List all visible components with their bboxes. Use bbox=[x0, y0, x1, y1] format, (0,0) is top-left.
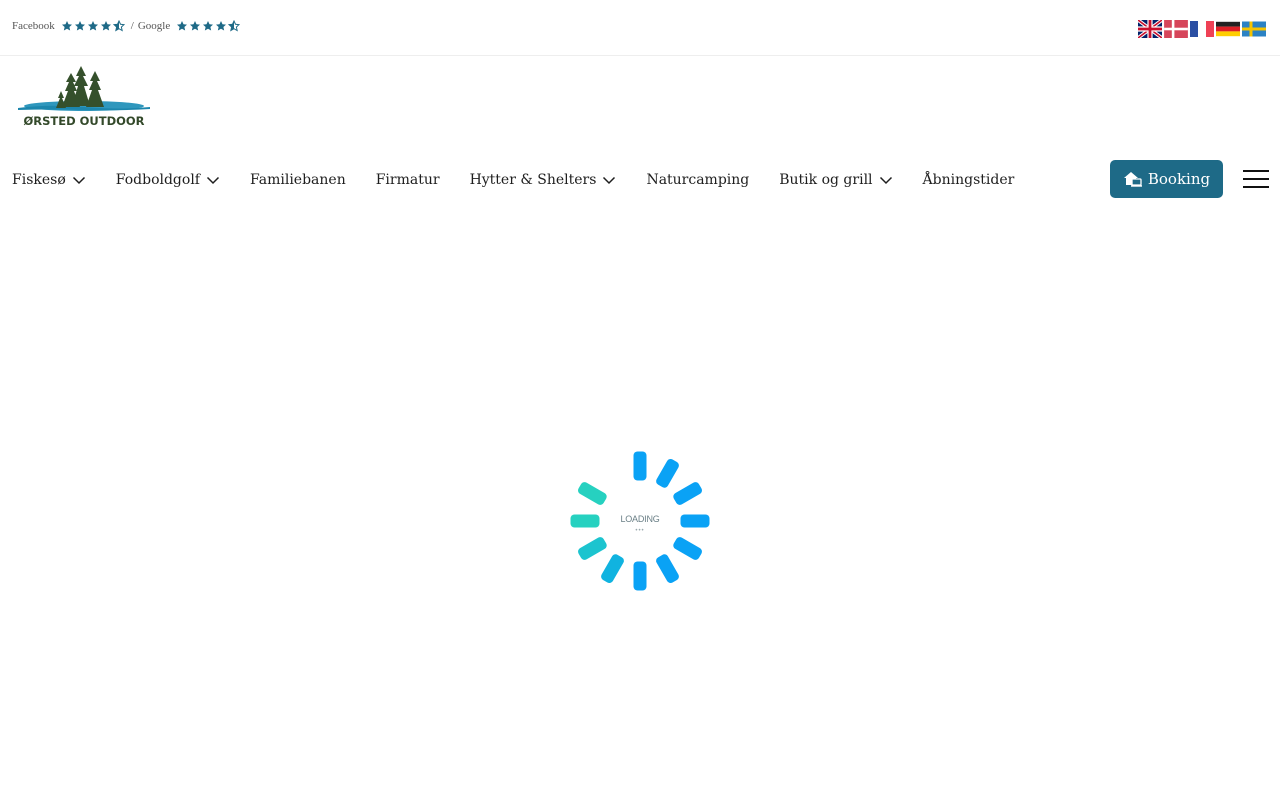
nav-item-label: Fodboldgolf bbox=[115, 172, 200, 188]
star-icon bbox=[216, 21, 227, 31]
nav-item-hytter-shelters[interactable]: Hytter & Shelters bbox=[455, 172, 632, 188]
star-icon bbox=[87, 21, 98, 31]
nav-item-butik-og-grill[interactable]: Butik og grill bbox=[764, 172, 907, 188]
half-star-icon bbox=[228, 20, 241, 32]
nav-item-familiebanen[interactable]: Familiebanen bbox=[235, 172, 361, 188]
language-switcher bbox=[1138, 20, 1266, 38]
danish-flag-icon[interactable] bbox=[1164, 20, 1188, 38]
star-icon bbox=[177, 21, 188, 31]
nav-item-fodboldgolf[interactable]: Fodboldgolf bbox=[101, 172, 235, 188]
loading-text: LOADING bbox=[620, 514, 660, 524]
nav-item-abningstider[interactable]: Åbningstider bbox=[908, 172, 1030, 188]
nav-item-label: Naturcamping bbox=[646, 172, 750, 188]
french-flag-icon[interactable] bbox=[1190, 20, 1214, 38]
nav-item-label: Åbningstider bbox=[922, 172, 1015, 188]
english-flag-icon[interactable] bbox=[1138, 20, 1162, 38]
google-rating-stars bbox=[176, 20, 241, 32]
star-icon bbox=[190, 21, 201, 31]
facebook-label[interactable]: Facebook bbox=[12, 20, 55, 32]
half-star-icon bbox=[112, 20, 125, 32]
menu-hamburger-icon[interactable] bbox=[1243, 169, 1269, 189]
star-icon bbox=[61, 21, 72, 31]
nav-item-naturcamping[interactable]: Naturcamping bbox=[631, 172, 764, 188]
ratings-strip: Facebook / Google bbox=[12, 20, 242, 32]
german-flag-icon[interactable] bbox=[1216, 20, 1240, 38]
booking-button-label: Booking bbox=[1147, 170, 1211, 188]
top-bar: Facebook / Google bbox=[0, 0, 1280, 56]
chevron-down-icon bbox=[206, 176, 220, 185]
star-icon bbox=[203, 21, 214, 31]
loading-dots: ••• bbox=[635, 528, 645, 534]
nav-item-label: Firmatur bbox=[375, 172, 440, 188]
google-label[interactable]: Google bbox=[138, 20, 170, 32]
star-icon bbox=[100, 21, 111, 31]
loading-spinner: LOADING ••• bbox=[565, 446, 715, 596]
house-laptop-icon bbox=[1123, 172, 1142, 187]
nav-item-label: Fiskesø bbox=[12, 172, 66, 188]
main-navigation: Fiskesø Fodboldgolf Familiebanen Firmatu… bbox=[0, 160, 1029, 200]
chevron-down-icon bbox=[603, 176, 616, 185]
rating-separator: / bbox=[130, 20, 134, 32]
nav-item-fiskeso[interactable]: Fiskesø bbox=[0, 172, 101, 188]
chevron-down-icon bbox=[879, 176, 892, 185]
nav-item-label: Familiebanen bbox=[249, 172, 346, 188]
star-icon bbox=[74, 21, 85, 31]
nav-item-firmatur[interactable]: Firmatur bbox=[361, 172, 455, 188]
logo-graphic: ØRSTED OUTDOOR bbox=[18, 66, 150, 128]
logo-text: ØRSTED OUTDOOR bbox=[23, 114, 144, 128]
booking-button[interactable]: Booking bbox=[1110, 160, 1223, 198]
swedish-flag-icon[interactable] bbox=[1242, 20, 1266, 38]
facebook-rating-stars bbox=[61, 20, 125, 32]
nav-item-label: Hytter & Shelters bbox=[469, 172, 597, 188]
chevron-down-icon bbox=[72, 176, 85, 185]
nav-item-label: Butik og grill bbox=[779, 172, 873, 188]
site-logo[interactable]: ØRSTED OUTDOOR bbox=[18, 64, 150, 130]
